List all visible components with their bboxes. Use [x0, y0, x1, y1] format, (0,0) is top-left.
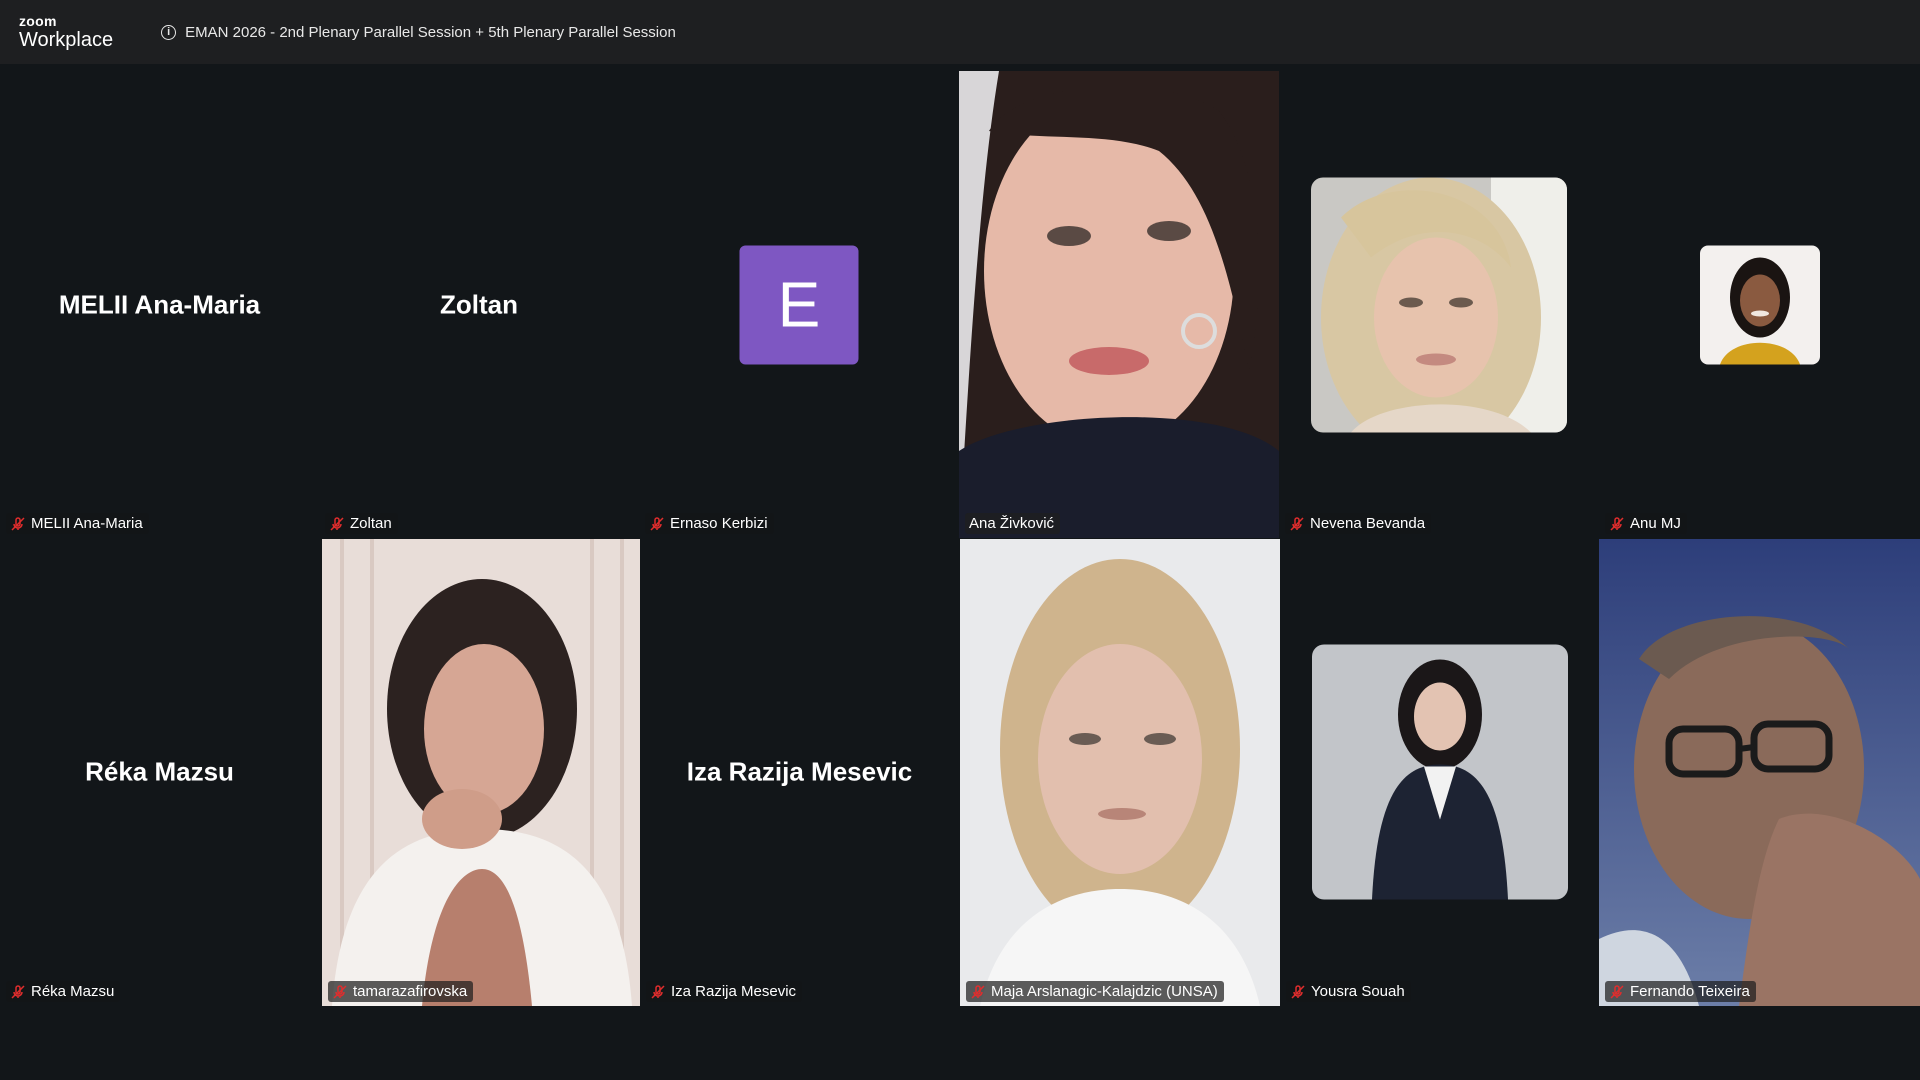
mic-muted-icon — [333, 984, 347, 999]
participant-name-label: Zoltan — [350, 515, 392, 532]
video-feed — [959, 71, 1279, 538]
mic-muted-icon — [650, 516, 664, 531]
participant-name-label: Maja Arslanagic-Kalajdzic (UNSA) — [991, 983, 1218, 1000]
participant-tile-yousra-souah[interactable]: Yousra Souah — [1280, 538, 1599, 1006]
participant-nametag: Yousra Souah — [1286, 981, 1411, 1002]
participant-nametag: Réka Mazsu — [6, 981, 121, 1002]
participant-display-name: Zoltan — [440, 289, 518, 319]
participant-tile-nevena-bevanda[interactable]: Nevena Bevanda — [1279, 71, 1599, 538]
participant-name-label: Yousra Souah — [1311, 983, 1405, 1000]
participant-tile-tamarazafirovska[interactable]: tamarazafirovska — [322, 539, 640, 1006]
participant-nametag: Ernaso Kerbizi — [645, 513, 774, 534]
participant-name-label: Nevena Bevanda — [1310, 515, 1426, 532]
participant-display-name: MELII Ana-Maria — [58, 289, 261, 319]
participant-nametag: Maja Arslanagic-Kalajdzic (UNSA) — [966, 981, 1224, 1002]
participant-name-label: Anu MJ — [1630, 515, 1681, 532]
participant-nametag: Anu MJ — [1605, 513, 1687, 534]
participant-name-label: tamarazafirovska — [353, 983, 468, 1000]
mic-muted-icon — [11, 516, 25, 531]
participant-name-label: Iza Razija Mesevic — [671, 983, 797, 1000]
mic-muted-icon — [330, 516, 344, 531]
participant-tile-fernando-teixeira[interactable]: Fernando Teixeira — [1599, 539, 1920, 1006]
mic-muted-icon — [11, 984, 25, 999]
logo-small-text: zoom — [19, 13, 57, 29]
participant-nametag: Nevena Bevanda — [1285, 513, 1432, 534]
mic-muted-icon — [971, 984, 985, 999]
mic-muted-icon — [1610, 984, 1624, 999]
logo-big-text: Workplace — [19, 29, 114, 51]
participant-tile-melii-ana-maria[interactable]: MELII Ana-Maria MELII Ana-Maria — [0, 71, 319, 538]
mic-muted-icon — [1610, 516, 1624, 531]
participant-name-label: Ana Živković — [969, 515, 1055, 532]
participant-nametag: Fernando Teixeira — [1605, 981, 1756, 1002]
participant-display-name: Iza Razija Mesevic — [686, 756, 913, 787]
participant-nametag: Ana Živković — [965, 513, 1061, 534]
video-feed — [322, 539, 640, 1006]
participant-tile-ernaso-kerbizi[interactable]: E Ernaso Kerbizi — [639, 71, 959, 538]
participant-nametag: MELII Ana-Maria — [6, 513, 149, 534]
profile-photo — [1311, 177, 1567, 432]
participant-name-label: Fernando Teixeira — [1630, 983, 1750, 1000]
video-feed — [960, 539, 1280, 1006]
meeting-info[interactable]: i EMAN 2026 - 2nd Plenary Parallel Sessi… — [161, 24, 676, 41]
participant-nametag: tamarazafirovska — [328, 981, 474, 1002]
video-feed — [1599, 539, 1920, 1006]
participant-tile-zoltan[interactable]: Zoltan Zoltan — [319, 71, 639, 538]
participant-nametag: Zoltan — [325, 513, 398, 534]
participant-tile-anu-mj[interactable]: Anu MJ — [1599, 71, 1920, 538]
letter-avatar: E — [739, 245, 859, 364]
participant-display-name: Réka Mazsu — [85, 756, 234, 787]
mic-muted-icon — [1291, 984, 1305, 999]
mic-muted-icon — [1290, 516, 1304, 531]
participant-tile-iza-razija-mesevic[interactable]: Iza Razija Mesevic Iza Razija Mesevic — [640, 538, 959, 1006]
participant-tile-maja-arslanagic-kalajdzic[interactable]: Maja Arslanagic-Kalajdzic (UNSA) — [960, 539, 1280, 1006]
participant-name-label: Réka Mazsu — [31, 983, 115, 1000]
zoom-workplace-logo: zoom Workplace — [19, 14, 113, 50]
participant-tile-reka-mazsu[interactable]: Réka Mazsu Réka Mazsu — [0, 538, 319, 1006]
title-bar: zoom Workplace i EMAN 2026 - 2nd Plenary… — [0, 0, 1920, 64]
participant-name-label: MELII Ana-Maria — [31, 515, 143, 532]
meeting-title: EMAN 2026 - 2nd Plenary Parallel Session… — [185, 23, 676, 41]
profile-photo — [1311, 644, 1568, 900]
profile-photo — [1699, 245, 1820, 364]
info-icon[interactable]: i — [161, 24, 177, 40]
mic-muted-icon — [651, 984, 665, 999]
participant-name-label: Ernaso Kerbizi — [670, 515, 768, 532]
participant-nametag: Iza Razija Mesevic — [646, 981, 803, 1002]
participant-tile-ana-zivkovic[interactable]: Ana Živković — [959, 71, 1279, 538]
